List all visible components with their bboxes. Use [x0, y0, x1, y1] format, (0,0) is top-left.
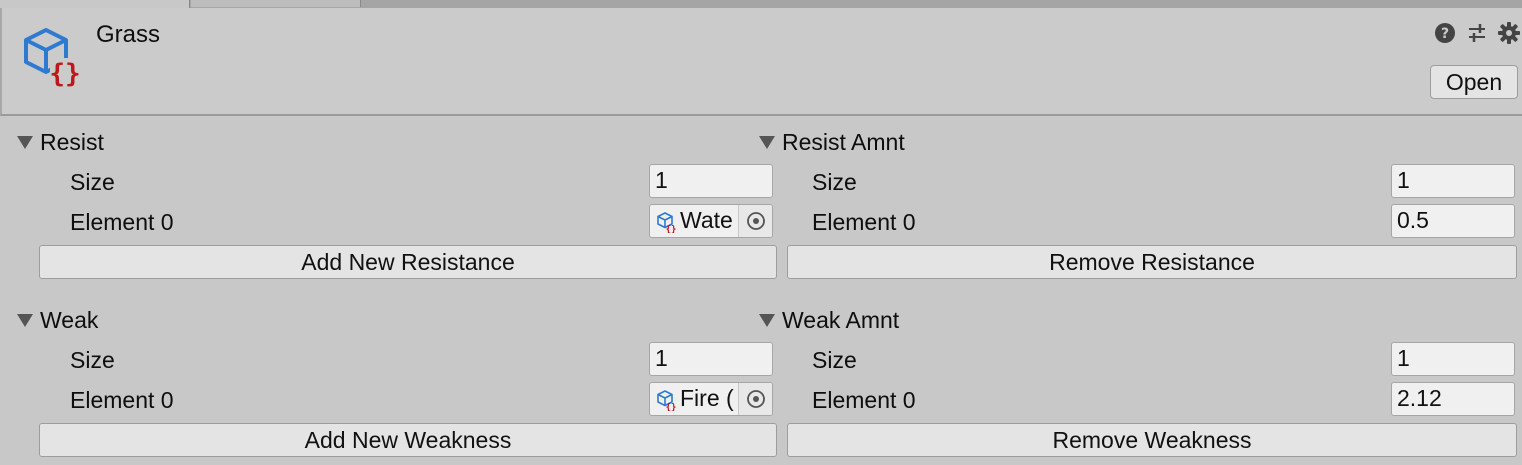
foldout-arrow-icon[interactable] [17, 134, 33, 150]
remove-weakness-button[interactable]: Remove Weakness [787, 423, 1517, 457]
resist-element-value: Wate [680, 205, 738, 237]
weak-amnt-size-label: Size [812, 347, 857, 373]
tab-strip [0, 0, 1522, 8]
scriptable-object-icon: {} [656, 211, 678, 233]
resist-amnt-element-label: Element 0 [812, 209, 916, 235]
resist-size-field[interactable]: 1 [649, 164, 773, 198]
weak-amnt-label[interactable]: Weak Amnt [782, 307, 899, 333]
weak-amnt-element-field[interactable]: 2.12 [1391, 382, 1515, 416]
resist-amnt-label[interactable]: Resist Amnt [782, 129, 905, 155]
help-icon[interactable]: ? [1434, 22, 1456, 44]
weak-amnt-size-field[interactable]: 1 [1391, 342, 1515, 376]
resist-amnt-size-label: Size [812, 169, 857, 195]
svg-text:?: ? [1441, 26, 1449, 42]
foldout-arrow-icon[interactable] [759, 134, 775, 150]
svg-text:{}: {} [666, 225, 677, 233]
weak-amnt-element-label: Element 0 [812, 387, 916, 413]
weak-element-value: Fire ( [680, 383, 738, 415]
weak-element-object-field[interactable]: {} Fire ( [649, 382, 773, 416]
weak-element-label: Element 0 [70, 387, 174, 413]
tab-lighting[interactable] [191, 0, 361, 7]
scriptable-object-icon: {} [656, 389, 678, 411]
object-picker-icon[interactable] [738, 205, 772, 237]
resist-element-object-field[interactable]: {} Wate [649, 204, 773, 238]
scriptable-object-icon: {} [20, 24, 84, 88]
resist-size-label: Size [70, 169, 115, 195]
foldout-arrow-icon[interactable] [17, 312, 33, 328]
svg-text:{}: {} [666, 403, 677, 411]
asset-title: Grass [96, 21, 160, 49]
resist-label[interactable]: Resist [40, 129, 104, 155]
object-picker-icon[interactable] [738, 383, 772, 415]
foldout-arrow-icon[interactable] [759, 312, 775, 328]
resist-amnt-element-field[interactable]: 0.5 [1391, 204, 1515, 238]
add-new-resistance-button[interactable]: Add New Resistance [39, 245, 777, 279]
settings-icon[interactable] [1498, 22, 1520, 44]
resist-element-label: Element 0 [70, 209, 174, 235]
svg-text:{}: {} [49, 59, 80, 88]
weak-label[interactable]: Weak [40, 307, 98, 333]
preset-icon[interactable] [1466, 22, 1488, 44]
weak-size-field[interactable]: 1 [649, 342, 773, 376]
tab-inspector[interactable] [0, 0, 190, 8]
remove-resistance-button[interactable]: Remove Resistance [787, 245, 1517, 279]
add-new-weakness-button[interactable]: Add New Weakness [39, 423, 777, 457]
inspector-header: {} Grass ? Open [0, 8, 1522, 116]
resist-amnt-size-field[interactable]: 1 [1391, 164, 1515, 198]
open-button[interactable]: Open [1430, 65, 1518, 99]
weak-size-label: Size [70, 347, 115, 373]
